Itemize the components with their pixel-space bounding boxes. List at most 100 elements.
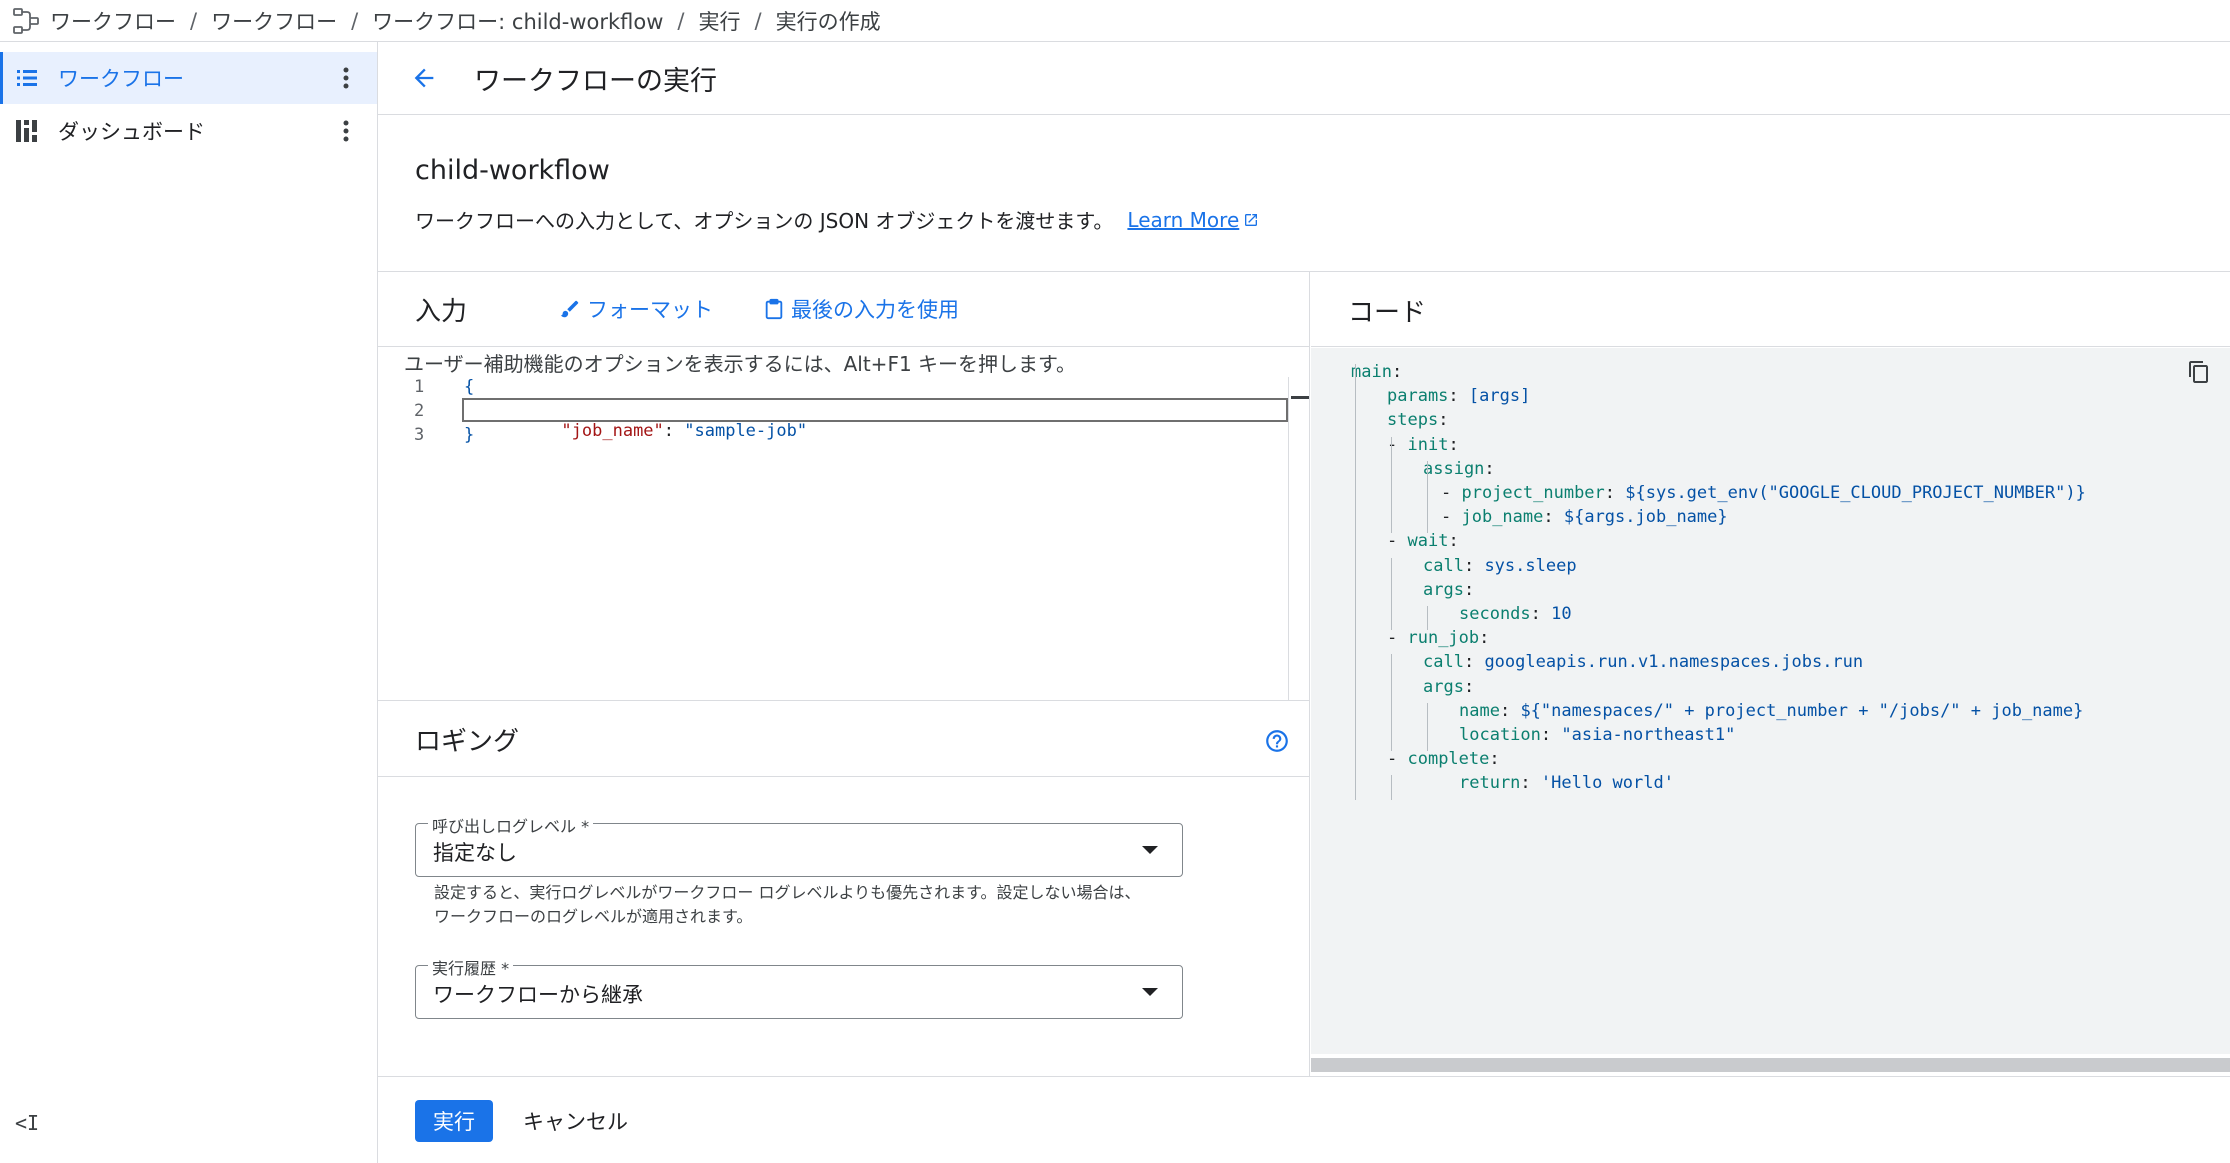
indent-guide xyxy=(1427,606,1428,631)
yaml-line: steps: xyxy=(1387,410,1448,430)
yaml-separator: : xyxy=(1463,652,1485,673)
workflow-source-code: main: params: [args] steps: - init: assign: -… xyxy=(1311,348,2230,1054)
input-panel: 入力 フォーマット 最後の入力を使用 ユーザー補助機能のオプションを表示するには… xyxy=(378,272,1310,700)
yaml-key: name xyxy=(1459,700,1500,721)
code-title: コード xyxy=(1348,298,1427,328)
format-button-label: フォーマット xyxy=(587,298,714,322)
indent-guide xyxy=(1391,654,1392,752)
yaml-key: seconds xyxy=(1459,604,1531,624)
execution-history-value: ワークフローから継承 xyxy=(433,983,643,1007)
more-vert-icon[interactable] xyxy=(331,63,361,93)
yaml-line: seconds: 10 xyxy=(1459,604,1572,624)
yaml-separator: : xyxy=(1463,579,1475,600)
indent-guide xyxy=(1427,460,1428,534)
sidebar: ワークフロー ダッシュボード <I xyxy=(0,42,378,1163)
breadcrumb-separator: / xyxy=(351,8,359,33)
indent-guide xyxy=(1427,702,1428,752)
yaml-line: args: xyxy=(1423,580,1474,600)
yaml-line: call: googleapis.run.v1.namespaces.jobs.… xyxy=(1423,652,1863,672)
yaml-separator: : xyxy=(1448,531,1459,552)
breadcrumb-item-workflows-2[interactable]: ワークフロー xyxy=(211,6,337,36)
help-icon[interactable] xyxy=(1264,728,1290,754)
yaml-line: - run_job: xyxy=(1387,628,1489,648)
yaml-key: job_name xyxy=(1461,507,1544,528)
editor-scrollbar[interactable] xyxy=(1288,377,1310,700)
yaml-value: googleapis.run.v1.namespaces.jobs.run xyxy=(1484,652,1864,673)
yaml-key: init xyxy=(1407,434,1449,455)
json-input-editor[interactable]: 1 2 3 { "job_name": "sample-job" } xyxy=(378,377,1288,700)
line-number: 3 xyxy=(414,425,425,445)
yaml-separator: : xyxy=(1543,507,1564,528)
code-line-open-brace: { xyxy=(464,377,475,397)
yaml-key: location xyxy=(1459,725,1541,745)
breadcrumb-separator: / xyxy=(754,8,762,33)
indent-guide xyxy=(1391,557,1392,631)
breadcrumb-item-workflows-1[interactable]: ワークフロー xyxy=(50,6,176,36)
code-panel-header: コード xyxy=(1311,272,2230,347)
yaml-line: call: sys.sleep xyxy=(1423,556,1577,576)
yaml-separator: : xyxy=(1463,676,1475,697)
yaml-separator: : xyxy=(1604,483,1626,503)
breadcrumb-separator: / xyxy=(677,8,685,33)
format-button[interactable]: フォーマット xyxy=(559,294,713,324)
call-log-level-select[interactable]: 呼び出しログレベル * 指定なし xyxy=(415,813,1183,877)
intro-section: child-workflow ワークフローへの入力として、オプションの JSON… xyxy=(378,115,2230,272)
use-last-input-button[interactable]: 最後の入力を使用 xyxy=(763,294,959,324)
yaml-key: run_job xyxy=(1407,628,1480,649)
json-key: "job_name" xyxy=(561,421,664,441)
json-colon: : xyxy=(663,421,685,441)
sidebar-item-dashboard[interactable]: ダッシュボード xyxy=(0,105,377,157)
learn-more-label: Learn More xyxy=(1127,207,1240,232)
breadcrumb-item-workflow-detail[interactable]: ワークフロー: child-workflow xyxy=(372,6,663,36)
line-number: 2 xyxy=(414,401,425,421)
breadcrumb-separator: / xyxy=(190,8,198,33)
yaml-key: steps xyxy=(1387,410,1439,431)
scrollbar-cursor-marker xyxy=(1291,396,1309,399)
yaml-line: params: [args] xyxy=(1387,386,1530,406)
yaml-separator: : xyxy=(1499,700,1521,721)
call-log-level-hint: 設定すると、実行ログレベルがワークフロー ログレベルよりも優先されます。設定しな… xyxy=(434,883,1141,926)
sidebar-item-label: ダッシュボード xyxy=(58,120,205,144)
execution-history-label: 実行履歴 * xyxy=(428,955,514,979)
yaml-value: 10 xyxy=(1551,604,1572,624)
yaml-separator: : xyxy=(1391,362,1403,382)
run-button[interactable]: 実行 xyxy=(415,1100,493,1142)
accessibility-hint: ユーザー補助機能のオプションを表示するには、Alt+F1 キーを押します。 xyxy=(404,352,1077,376)
cancel-button[interactable]: キャンセル xyxy=(523,1100,628,1142)
yaml-key: args xyxy=(1423,676,1464,697)
collapse-sidebar-icon[interactable]: <I xyxy=(12,1108,42,1138)
back-arrow-icon[interactable] xyxy=(404,58,444,98)
yaml-separator: : xyxy=(1448,386,1469,407)
yaml-list-dash: - xyxy=(1387,628,1408,649)
more-vert-icon[interactable] xyxy=(331,116,361,146)
copy-icon[interactable] xyxy=(2187,360,2213,386)
json-value: "sample-job" xyxy=(684,421,808,441)
yaml-separator: : xyxy=(1520,773,1541,794)
input-title: 入力 xyxy=(415,296,468,327)
yaml-key: params xyxy=(1387,386,1449,407)
yaml-list-dash: - xyxy=(1387,531,1408,552)
logging-title: ロギング xyxy=(415,727,520,757)
yaml-key: return xyxy=(1459,773,1521,794)
yaml-key: complete xyxy=(1407,749,1490,770)
yaml-value: ${args.job_name} xyxy=(1563,507,1728,528)
brush-icon xyxy=(560,300,579,318)
yaml-separator: : xyxy=(1438,410,1449,431)
learn-more-link[interactable]: Learn More xyxy=(1127,208,1259,232)
code-horizontal-scrollbar[interactable] xyxy=(1311,1058,2230,1072)
yaml-key: args xyxy=(1423,579,1464,600)
yaml-separator: : xyxy=(1448,434,1459,455)
page-header: ワークフローの実行 xyxy=(378,42,2230,115)
sidebar-item-workflows[interactable]: ワークフロー xyxy=(0,52,377,104)
yaml-key: assign xyxy=(1423,458,1485,479)
breadcrumb-item-executions[interactable]: 実行 xyxy=(699,6,741,36)
clipboard-icon xyxy=(765,298,783,320)
execution-history-select[interactable]: 実行履歴 * ワークフローから継承 xyxy=(415,955,1183,1019)
yaml-line: assign: xyxy=(1423,459,1495,479)
yaml-line: name: ${"namespaces/" + project_number +… xyxy=(1459,701,2083,721)
line-number: 1 xyxy=(414,377,425,397)
yaml-separator: : xyxy=(1530,604,1552,624)
dropdown-arrow-icon xyxy=(1142,846,1158,854)
yaml-value: ${"namespaces/" + project_number + "/job… xyxy=(1520,700,2084,721)
logging-header: ロギング xyxy=(378,701,1310,777)
